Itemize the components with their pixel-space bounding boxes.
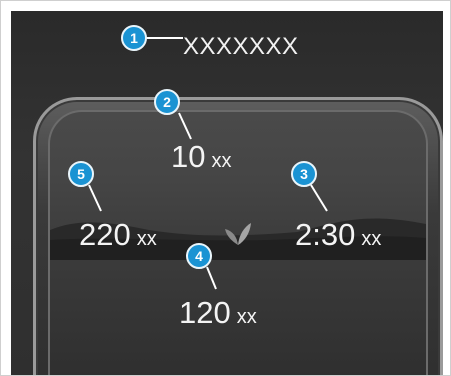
instrument-display: XXXXXXX 10 xx 2:30 xx 220 xx 120 xx 1 2 3 4 … <box>11 11 443 375</box>
callout-2: 2 <box>154 89 180 115</box>
readout-right: 2:30 xx <box>295 217 381 253</box>
readout-bottom-value: 120 <box>179 295 231 330</box>
callout-1: 1 <box>121 25 147 51</box>
readout-bottom: 120 xx <box>179 295 257 331</box>
readout-left-value: 220 <box>79 217 131 252</box>
readout-right-value: 2:30 <box>295 217 356 252</box>
readout-left: 220 xx <box>79 217 157 253</box>
callout-4: 4 <box>186 243 212 269</box>
readout-right-unit: xx <box>361 228 382 250</box>
callout-3: 3 <box>291 161 317 187</box>
readout-top-unit: xx <box>211 150 232 172</box>
eco-leaf-icon <box>225 223 251 245</box>
readout-left-unit: xx <box>136 228 157 250</box>
figure-frame: XXXXXXX 10 xx 2:30 xx 220 xx 120 xx 1 2 3 4 … <box>0 0 451 376</box>
readout-top: 10 xx <box>171 139 231 175</box>
readout-bottom-unit: xx <box>236 306 257 328</box>
header-title: XXXXXXX <box>183 33 299 60</box>
readout-top-value: 10 <box>171 139 206 174</box>
callout-5: 5 <box>68 161 94 187</box>
